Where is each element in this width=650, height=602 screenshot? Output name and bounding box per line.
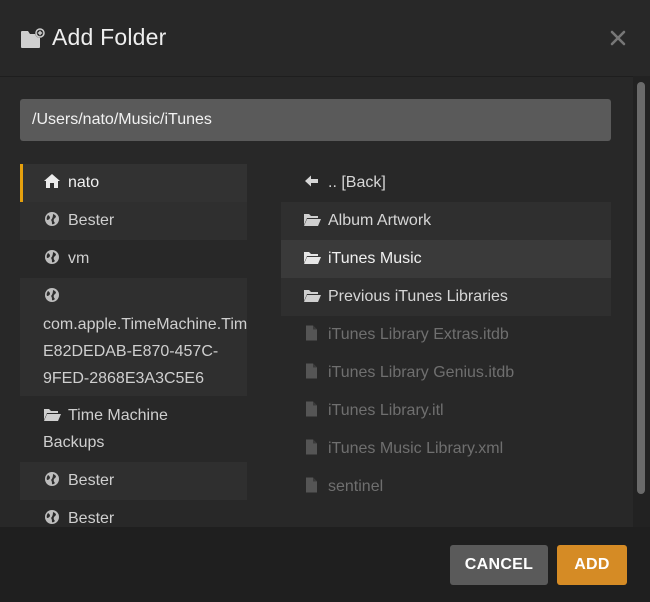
cancel-button[interactable]: CANCEL bbox=[450, 545, 548, 585]
file-item: sentinel bbox=[281, 468, 611, 506]
dialog-footer: CANCEL ADD bbox=[0, 527, 650, 602]
arrow-left-icon bbox=[305, 175, 318, 187]
add-folder-dialog: Add Folder nato Bester vm bbox=[0, 0, 650, 602]
dialog-header: Add Folder bbox=[0, 0, 650, 77]
home-icon bbox=[44, 174, 60, 188]
item-label: .. [Back] bbox=[328, 174, 386, 191]
location-label-line: E82DEDAB-E870-457C- bbox=[43, 343, 219, 360]
location-label: Bester bbox=[68, 472, 115, 489]
item-label: iTunes Library.itl bbox=[328, 402, 444, 419]
location-label-line: Time Machine bbox=[68, 407, 168, 424]
folder-item-previous-itunes-libraries[interactable]: Previous iTunes Libraries bbox=[281, 278, 611, 316]
file-item: iTunes Library Extras.itdb bbox=[281, 316, 611, 354]
folder-contents-list: .. [Back] Album Artwork iTunes Music Pre… bbox=[281, 164, 611, 527]
item-label: iTunes Library Extras.itdb bbox=[328, 326, 509, 343]
location-label: nato bbox=[68, 174, 100, 191]
file-icon bbox=[306, 363, 317, 379]
location-label-line: com.apple.TimeMachine.TimeMachineBackup- bbox=[43, 316, 247, 333]
add-button[interactable]: ADD bbox=[557, 545, 627, 585]
item-label: iTunes Library Genius.itdb bbox=[328, 364, 515, 381]
scrollbar-thumb[interactable] bbox=[637, 82, 645, 494]
globe-icon bbox=[45, 212, 59, 226]
folder-open-icon bbox=[304, 290, 321, 302]
item-label: iTunes Music bbox=[328, 250, 422, 267]
file-icon bbox=[306, 325, 317, 341]
file-item: iTunes Library.itl bbox=[281, 392, 611, 430]
file-item: iTunes Music Library.xml bbox=[281, 430, 611, 468]
location-item-nato[interactable]: nato bbox=[20, 164, 247, 202]
item-label: sentinel bbox=[328, 478, 384, 495]
locations-list: nato Bester vm com.apple.TimeMachine.Tim… bbox=[20, 164, 247, 527]
close-icon[interactable] bbox=[606, 26, 630, 50]
item-label: Album Artwork bbox=[328, 212, 432, 229]
globe-icon bbox=[45, 250, 59, 264]
path-input[interactable] bbox=[20, 99, 611, 141]
location-item-time-machine-backups[interactable]: Time Machine Backups bbox=[20, 396, 247, 462]
folder-item-itunes-music[interactable]: iTunes Music bbox=[281, 240, 611, 278]
globe-icon bbox=[45, 472, 59, 486]
item-label: iTunes Music Library.xml bbox=[328, 440, 504, 457]
location-item-vm[interactable]: vm bbox=[20, 240, 247, 278]
globe-icon bbox=[45, 288, 59, 302]
location-item-bester[interactable]: Bester bbox=[20, 500, 247, 527]
location-label: Bester bbox=[68, 510, 115, 527]
location-label-line: 9FED-2868E3A3C5E6 bbox=[43, 370, 204, 387]
globe-icon bbox=[45, 510, 59, 524]
location-item-bester[interactable]: Bester bbox=[20, 202, 247, 240]
file-icon bbox=[306, 477, 317, 493]
location-label: Bester bbox=[68, 212, 115, 229]
file-item: iTunes Library Genius.itdb bbox=[281, 354, 611, 392]
close-button[interactable] bbox=[606, 26, 630, 50]
file-icon bbox=[306, 439, 317, 455]
location-label: vm bbox=[68, 250, 90, 267]
location-label-line: Backups bbox=[43, 434, 105, 451]
scrollbar[interactable] bbox=[633, 76, 650, 527]
folder-open-icon bbox=[304, 252, 321, 264]
dialog-title: Add Folder bbox=[52, 24, 167, 50]
location-item-timemachine-backup[interactable]: com.apple.TimeMachine.TimeMachineBackup-… bbox=[20, 278, 247, 396]
back-item[interactable]: .. [Back] bbox=[281, 164, 611, 202]
location-item-bester[interactable]: Bester bbox=[20, 462, 247, 500]
item-label: Previous iTunes Libraries bbox=[328, 288, 508, 305]
folder-plus-icon bbox=[21, 28, 45, 48]
folder-open-icon bbox=[304, 214, 321, 226]
file-icon bbox=[306, 401, 317, 417]
folder-item-album-artwork[interactable]: Album Artwork bbox=[281, 202, 611, 240]
folder-open-icon bbox=[44, 409, 61, 421]
